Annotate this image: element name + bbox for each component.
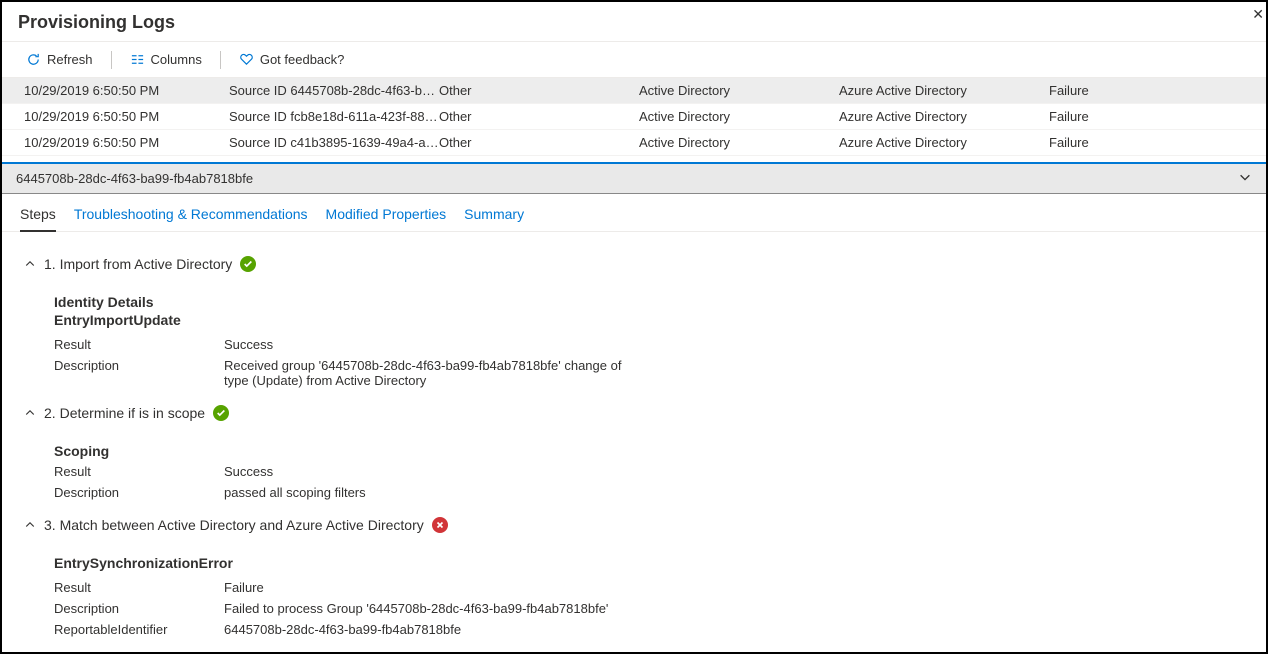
cell-date: 10/29/2019 6:50:50 PM (24, 135, 229, 150)
kv-value: 6445708b-28dc-4f63-ba99-fb4ab7818bfe (224, 622, 461, 637)
cell-source-sys: Active Directory (639, 83, 839, 98)
kv-key: Result (54, 337, 224, 352)
cell-action: Other (439, 83, 639, 98)
kv-key: ReportableIdentifier (54, 622, 224, 637)
refresh-button[interactable]: Refresh (18, 48, 101, 71)
section-title: Scoping (54, 443, 1258, 459)
step-section: Identity Details EntryImportUpdate Resul… (54, 294, 1258, 391)
close-icon[interactable]: ✕ (1252, 6, 1264, 23)
step-title: 1. Import from Active Directory (44, 256, 232, 272)
cell-target-sys: Azure Active Directory (839, 83, 1049, 98)
step-section: Scoping ResultSuccess Descriptionpassed … (54, 443, 1258, 503)
tab-modified-properties[interactable]: Modified Properties (326, 202, 447, 231)
refresh-icon (26, 52, 41, 67)
kv-key: Description (54, 358, 224, 388)
cell-target-sys: Azure Active Directory (839, 109, 1049, 124)
section-subtitle: EntryImportUpdate (54, 312, 1258, 328)
refresh-label: Refresh (47, 52, 93, 67)
kv-value: Received group '6445708b-28dc-4f63-ba99-… (224, 358, 624, 388)
section-title: Identity Details (54, 294, 1258, 310)
cell-source-sys: Active Directory (639, 135, 839, 150)
feedback-label: Got feedback? (260, 52, 345, 67)
cell-target-sys: Azure Active Directory (839, 135, 1049, 150)
chevron-down-icon[interactable] (1238, 170, 1252, 187)
kv-value: Failed to process Group '6445708b-28dc-4… (224, 601, 608, 616)
cell-date: 10/29/2019 6:50:50 PM (24, 83, 229, 98)
cell-source: Source ID fcb8e18d-611a-423f-8838-b9d (229, 109, 439, 124)
chevron-up-icon[interactable] (24, 519, 36, 531)
step-title: 2. Determine if is in scope (44, 405, 205, 421)
separator (220, 51, 221, 69)
columns-label: Columns (151, 52, 202, 67)
detail-header[interactable]: 6445708b-28dc-4f63-ba99-fb4ab7818bfe (2, 162, 1266, 194)
chevron-up-icon[interactable] (24, 258, 36, 270)
feedback-button[interactable]: Got feedback? (231, 48, 353, 71)
kv-value: Success (224, 464, 273, 479)
page-title: Provisioning Logs (2, 2, 1266, 42)
steps-panel: 1. Import from Active Directory Identity… (2, 232, 1266, 654)
table-row[interactable]: 10/29/2019 6:50:50 PM Source ID 6445708b… (2, 78, 1266, 104)
step-title: 3. Match between Active Directory and Az… (44, 517, 424, 533)
log-table: 10/29/2019 6:50:50 PM Source ID 6445708b… (2, 78, 1266, 156)
step-header[interactable]: 3. Match between Active Directory and Az… (24, 509, 1258, 541)
step-section: EntrySynchronizationError ResultFailure … (54, 555, 1258, 640)
cell-status: Failure (1049, 83, 1258, 98)
kv-value: passed all scoping filters (224, 485, 366, 500)
error-icon (432, 517, 448, 533)
detail-tabs: Steps Troubleshooting & Recommendations … (2, 194, 1266, 232)
separator (111, 51, 112, 69)
kv-key: Description (54, 601, 224, 616)
heart-icon (239, 52, 254, 67)
kv-value: Success (224, 337, 273, 352)
cell-source: Source ID 6445708b-28dc-4f63-ba99-fb4 (229, 83, 439, 98)
kv-key: Description (54, 485, 224, 500)
toolbar: Refresh Columns Got feedback? (2, 42, 1266, 78)
step-header[interactable]: 2. Determine if is in scope (24, 397, 1258, 429)
cell-status: Failure (1049, 135, 1258, 150)
cell-source-sys: Active Directory (639, 109, 839, 124)
tab-steps[interactable]: Steps (20, 202, 56, 232)
kv-key: Result (54, 464, 224, 479)
detail-id: 6445708b-28dc-4f63-ba99-fb4ab7818bfe (16, 171, 253, 186)
table-row[interactable]: 10/29/2019 6:50:50 PM Source ID fcb8e18d… (2, 104, 1266, 130)
success-icon (240, 256, 256, 272)
cell-action: Other (439, 135, 639, 150)
kv-value: Failure (224, 580, 264, 595)
kv-key: Result (54, 580, 224, 595)
tab-troubleshooting[interactable]: Troubleshooting & Recommendations (74, 202, 308, 231)
tab-summary[interactable]: Summary (464, 202, 524, 231)
cell-source: Source ID c41b3895-1639-49a4-a8ea-466 (229, 135, 439, 150)
chevron-up-icon[interactable] (24, 407, 36, 419)
table-row[interactable]: 10/29/2019 6:50:50 PM Source ID c41b3895… (2, 130, 1266, 156)
cell-status: Failure (1049, 109, 1258, 124)
cell-action: Other (439, 109, 639, 124)
cell-date: 10/29/2019 6:50:50 PM (24, 109, 229, 124)
columns-button[interactable]: Columns (122, 48, 210, 71)
step-header[interactable]: 1. Import from Active Directory (24, 248, 1258, 280)
success-icon (213, 405, 229, 421)
section-subtitle: EntrySynchronizationError (54, 555, 1258, 571)
columns-icon (130, 52, 145, 67)
